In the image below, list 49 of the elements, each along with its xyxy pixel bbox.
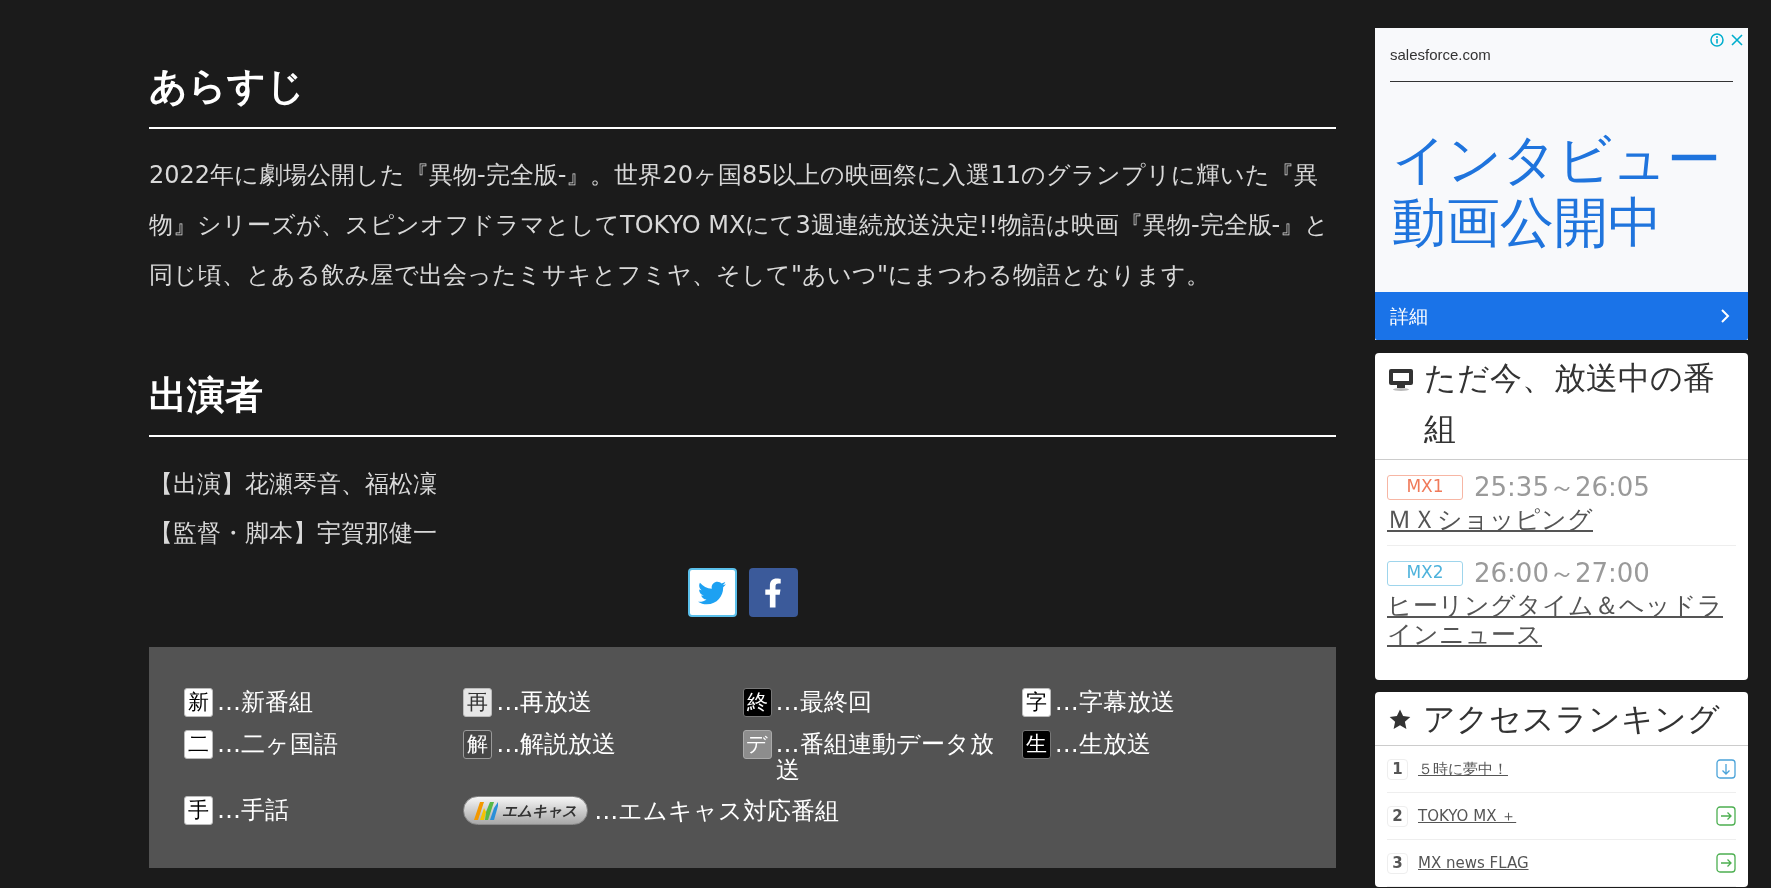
- legend-label: …生放送: [1054, 731, 1151, 757]
- legend-label: …解説放送: [496, 731, 617, 757]
- cast-line: 【監督・脚本】宇賀那健一: [149, 518, 438, 549]
- ranking-link[interactable]: TOKYO MX ＋: [1418, 804, 1517, 828]
- channel-badge: MX1: [1387, 474, 1463, 500]
- symbol-badge: デ: [742, 730, 772, 759]
- channel-badge: MX2: [1387, 560, 1463, 586]
- monitor-icon: [1388, 367, 1414, 391]
- symbol-badge: 終: [742, 688, 772, 717]
- legend-label: …エムキャス対応番組: [594, 797, 840, 824]
- symbol-badge: 生: [1021, 730, 1051, 759]
- symbol-badge: 新: [184, 688, 213, 717]
- program-link[interactable]: ＭＸショッピング: [1387, 505, 1736, 534]
- legend-label: …新番組: [217, 689, 313, 715]
- share-button[interactable]: [748, 568, 798, 617]
- cast-line: 【出演】花瀬琴音、福松凜: [149, 469, 438, 500]
- symbol-badge: 再: [463, 688, 493, 717]
- legend-label: …再放送: [496, 689, 593, 715]
- symbol-badge: 二: [184, 730, 213, 759]
- legend-label: …字幕放送: [1054, 689, 1175, 715]
- symbol-badge: 字: [1021, 688, 1051, 717]
- legend-label: …手話: [217, 797, 289, 823]
- share-button[interactable]: [687, 568, 737, 617]
- rank-number: 3: [1387, 852, 1408, 874]
- ad-headline: インタビュー動画公開中: [1391, 128, 1722, 254]
- ad-domain: salesforce.com: [1390, 46, 1491, 64]
- section-heading: 出演者: [149, 371, 1336, 437]
- ad-details-button[interactable]: 詳細: [1375, 292, 1748, 340]
- card-title: アクセスランキング: [1423, 699, 1720, 740]
- symbol-badge: 解: [463, 730, 493, 759]
- legend-label: …番組連動データ放送: [775, 731, 995, 783]
- synopsis-text: 2022年に劇場公開した『異物-完全版-』。世界20ヶ国85以上の映画祭に入選11のグランプリに輝いた『異物』シリーズが、スピンオフドラマとしてTOKYO MXにて3週連続放送決定!!物語は映画『異物-完全版-』と同じ頃、とある飲み屋で出会ったミサキとフミヤ、そして"あいつ"にまつわる物語となります。: [149, 160, 1331, 291]
- rank-number: 2: [1387, 805, 1408, 827]
- ranking-link[interactable]: MX news FLAG: [1418, 851, 1529, 875]
- chevron-right-icon: [1720, 308, 1730, 324]
- legend-label: …二ヶ国語: [217, 731, 338, 757]
- stripes-icon: [474, 801, 499, 820]
- legend-label: …最終回: [775, 689, 872, 715]
- rank-number: 1: [1387, 758, 1408, 780]
- program-time: 25:35～26:05: [1474, 472, 1650, 502]
- card-title: ただ今、放送中の番組: [1424, 358, 1716, 450]
- ranking-link[interactable]: ５時に夢中！: [1418, 757, 1508, 781]
- logo-text: エムキャス: [502, 801, 578, 820]
- section-heading: あらすじ: [149, 62, 1336, 129]
- symbol-badge: 手: [184, 796, 213, 825]
- ad-banner[interactable]: salesforce.com インタビュー動画公開中 詳細: [1375, 28, 1748, 340]
- program-time: 26:00～27:00: [1474, 558, 1650, 588]
- program-link[interactable]: ヒーリングタイム＆ヘッドラインニュース: [1387, 591, 1736, 649]
- letter-f-icon: [764, 576, 782, 609]
